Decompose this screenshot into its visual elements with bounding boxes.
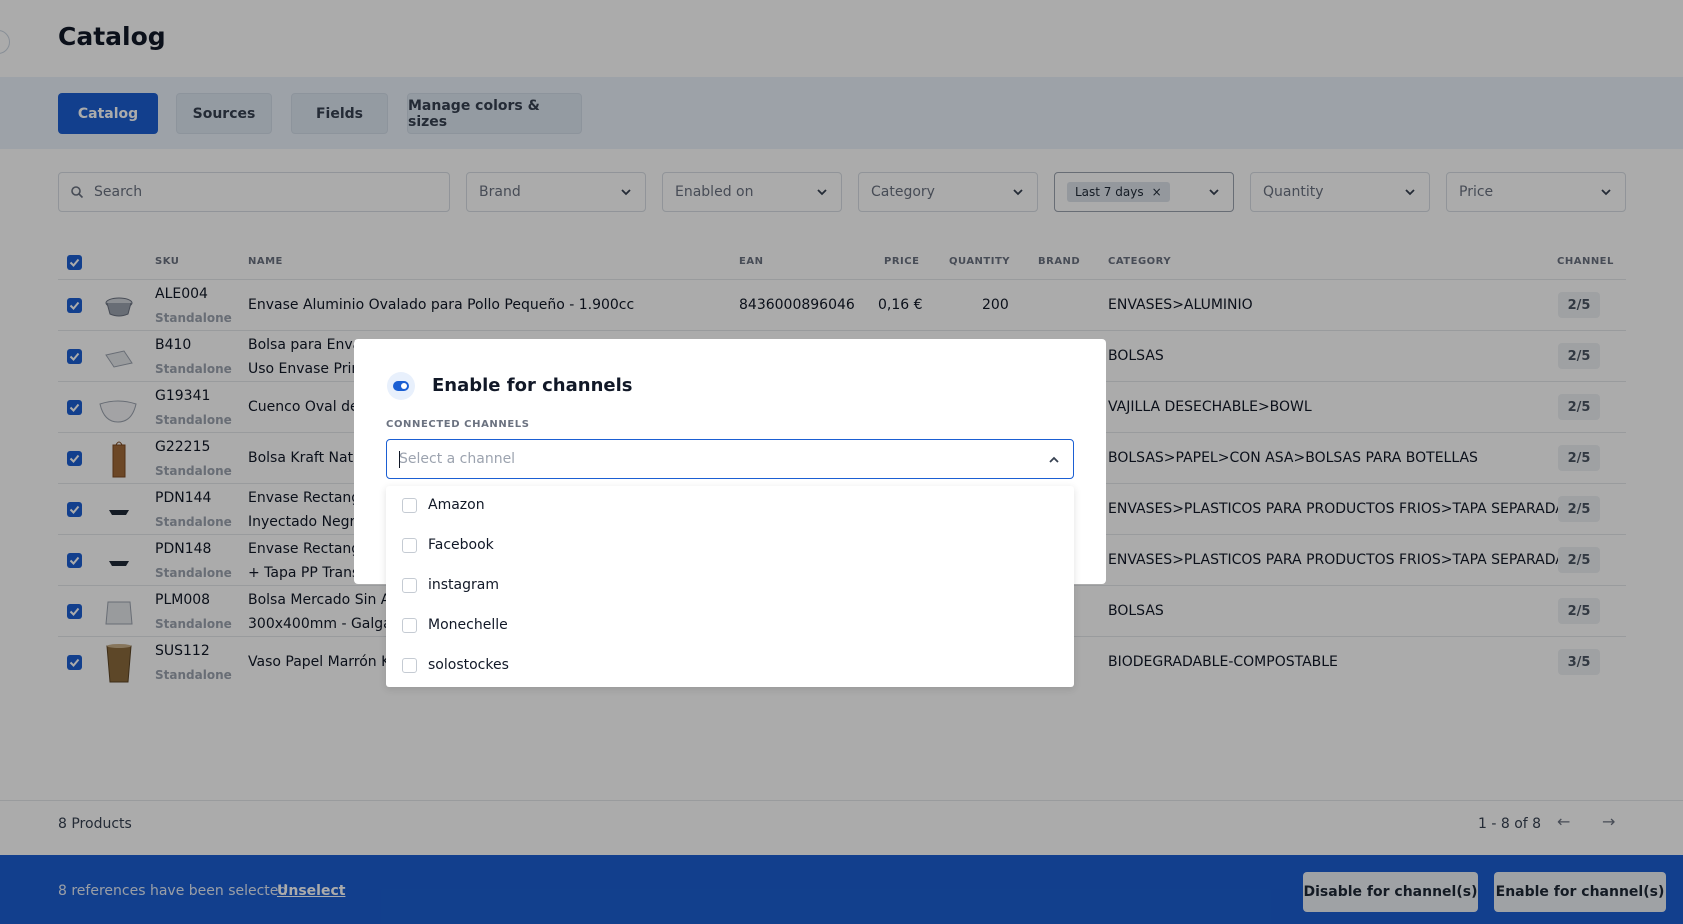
channel-dropdown: Amazon Facebook instagram Monechelle sol… bbox=[386, 486, 1074, 687]
toggle-icon bbox=[387, 372, 415, 400]
text-caret bbox=[399, 451, 400, 468]
option-label: instagram bbox=[428, 577, 499, 593]
option-checkbox[interactable] bbox=[402, 618, 417, 633]
option-checkbox[interactable] bbox=[402, 658, 417, 673]
channel-option-facebook[interactable]: Facebook bbox=[386, 526, 1074, 566]
option-label: Amazon bbox=[428, 497, 485, 513]
channel-option-amazon[interactable]: Amazon bbox=[386, 486, 1074, 526]
option-label: Facebook bbox=[428, 537, 494, 553]
channel-option-monechelle[interactable]: Monechelle bbox=[386, 606, 1074, 646]
modal-title: Enable for channels bbox=[432, 375, 633, 396]
channel-option-solostockes[interactable]: solostockes bbox=[386, 646, 1074, 686]
option-checkbox[interactable] bbox=[402, 578, 417, 593]
chevron-up-icon[interactable] bbox=[1047, 453, 1061, 467]
channel-select-placeholder: Select a channel bbox=[399, 451, 516, 467]
option-label: solostockes bbox=[428, 657, 509, 673]
option-checkbox[interactable] bbox=[402, 538, 417, 553]
option-checkbox[interactable] bbox=[402, 498, 417, 513]
channel-select-input[interactable]: Select a channel bbox=[386, 439, 1074, 479]
option-label: Monechelle bbox=[428, 617, 508, 633]
connected-channels-label: CONNECTED CHANNELS bbox=[386, 419, 530, 430]
channel-option-instagram[interactable]: instagram bbox=[386, 566, 1074, 606]
